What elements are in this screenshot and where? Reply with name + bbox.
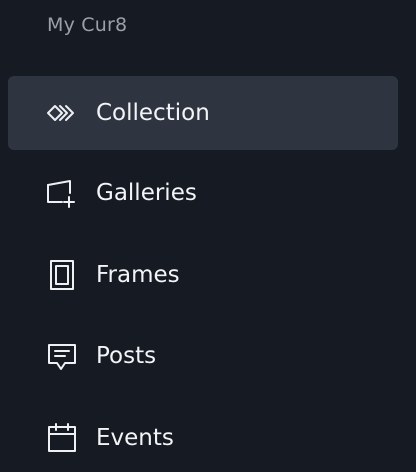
calendar-icon [46, 422, 78, 454]
sidebar-item-label: Collection [96, 100, 210, 126]
sidebar-item-galleries[interactable]: Galleries [8, 156, 398, 230]
sidebar-item-frames[interactable]: Frames [8, 238, 398, 312]
sidebar-item-label: Frames [96, 262, 180, 288]
gallery-add-icon [46, 177, 78, 209]
sidebar-item-label: Posts [96, 343, 157, 369]
sidebar-item-collection[interactable]: Collection [8, 76, 398, 150]
message-icon [46, 340, 78, 372]
chevrons-right-icon [46, 97, 78, 129]
frame-icon [46, 259, 78, 291]
sidebar-item-label: Events [96, 425, 174, 451]
sidebar-item-events[interactable]: Events [8, 401, 398, 472]
sidebar-item-posts[interactable]: Posts [8, 319, 398, 393]
sidebar: My Cur8 Collection Galleries Frames Post… [0, 0, 416, 472]
sidebar-item-label: Galleries [96, 180, 197, 206]
sidebar-nav: Collection Galleries Frames Posts Events [0, 0, 416, 472]
